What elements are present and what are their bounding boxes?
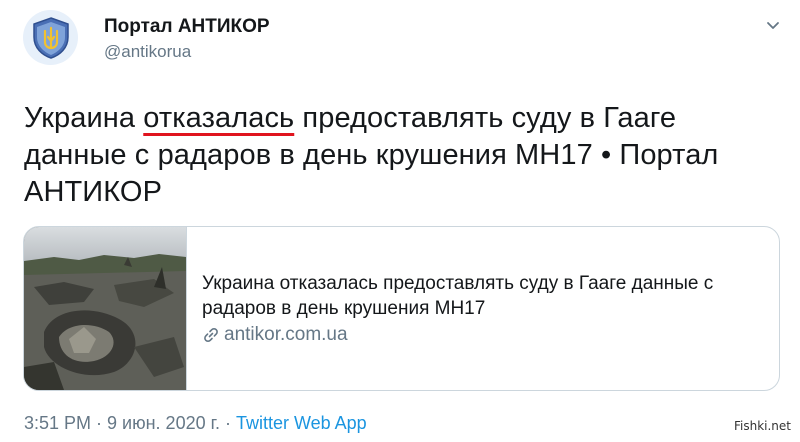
link-card[interactable]: Украина отказалась предоставлять суду в … [23, 226, 780, 391]
card-title[interactable]: Украина отказалась предоставлять суду в … [202, 271, 762, 321]
tweet-date[interactable]: 9 июн. 2020 г. [107, 413, 220, 433]
watermark: Fishki.net [730, 418, 794, 434]
tweet-text-underlined: отказалась [143, 102, 295, 134]
card-image[interactable] [24, 227, 187, 390]
meta-separator: · [91, 413, 108, 433]
tweet-text-before: Украина [24, 102, 144, 134]
source-app-link[interactable]: Twitter Web App [236, 413, 367, 433]
tweet-time[interactable]: 3:51 PM [24, 413, 91, 433]
card-domain-label: antikor.com.ua [224, 324, 348, 345]
card-domain[interactable]: antikor.com.ua [202, 324, 348, 346]
author-name[interactable]: Портал АНТИКОР [104, 16, 270, 38]
tweet-text: Украина отказалась предоставлять суду в … [24, 100, 784, 211]
shield-trident-icon [32, 16, 69, 59]
link-icon [204, 328, 218, 342]
author-handle[interactable]: @antikorua [104, 42, 191, 62]
chevron-down-icon[interactable] [762, 14, 784, 36]
tweet-meta: 3:51 PM · 9 июн. 2020 г. · Twitter Web A… [24, 413, 367, 434]
meta-separator: · [219, 413, 236, 433]
avatar[interactable] [23, 10, 78, 65]
